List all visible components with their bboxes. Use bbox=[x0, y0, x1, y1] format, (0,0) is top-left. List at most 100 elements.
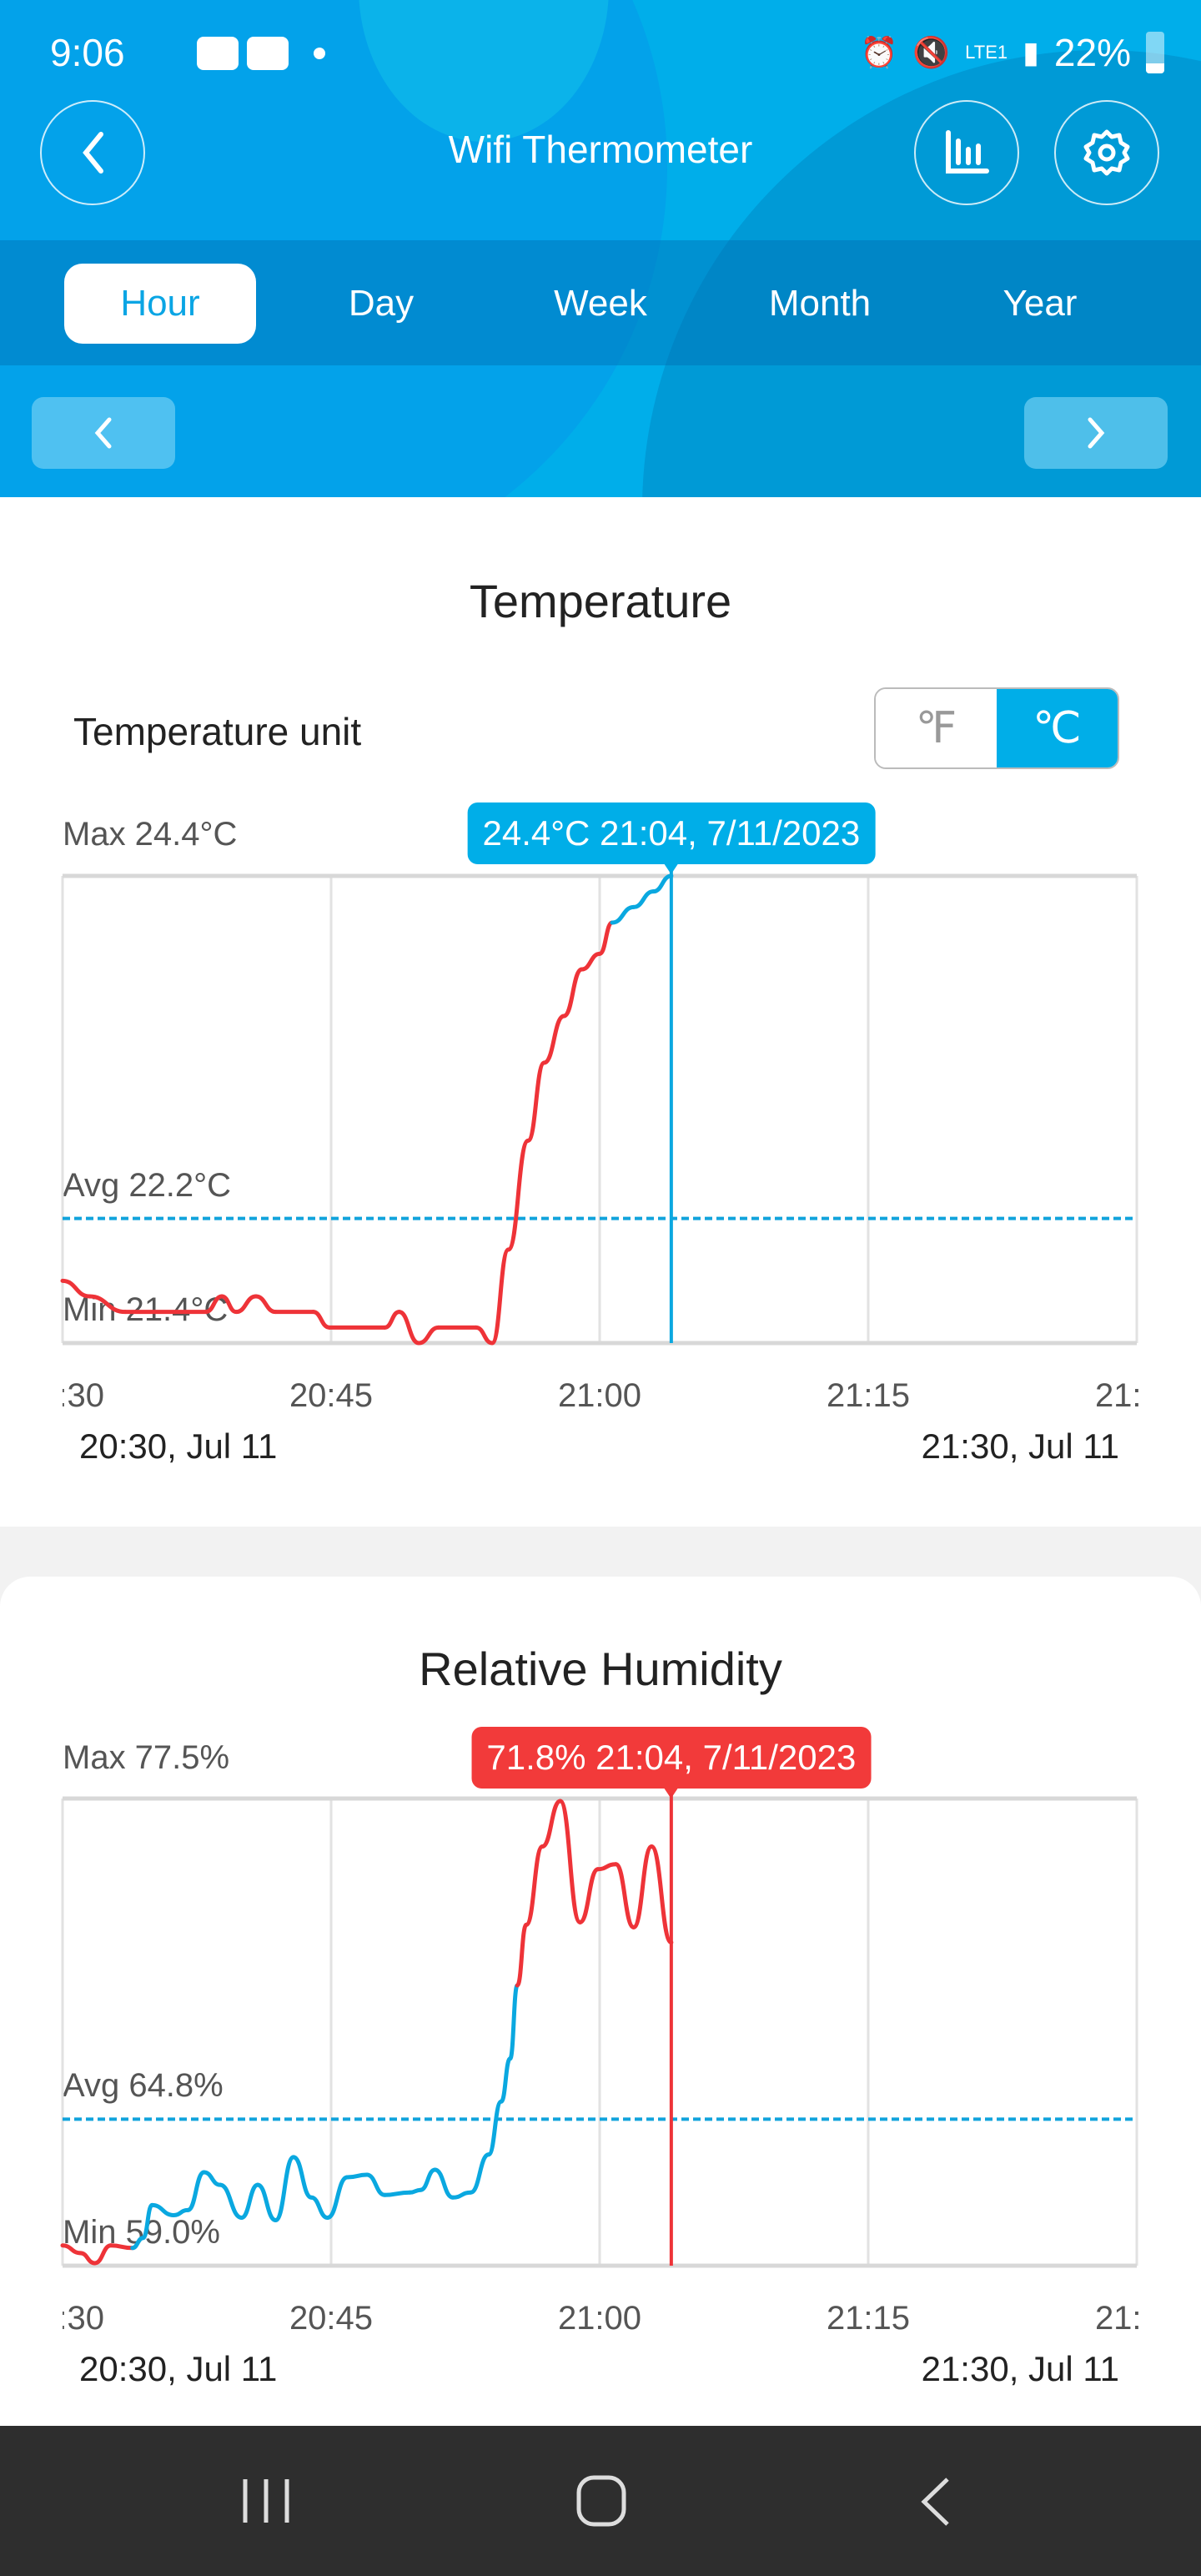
series-line-segment bbox=[60, 2243, 83, 2256]
temp-tooltip: 24.4°C 21:04, 7/11/2023 bbox=[467, 802, 876, 874]
battery-percent: 22% bbox=[1053, 31, 1131, 74]
settings-button[interactable] bbox=[1054, 100, 1159, 205]
series-line-segment bbox=[631, 889, 656, 909]
series-line-segment bbox=[508, 1983, 520, 2061]
series-line-segment bbox=[185, 2170, 207, 2212]
x-tick-label: 21:00 bbox=[558, 2300, 641, 2337]
series-line-segment bbox=[597, 920, 615, 956]
series-line-segment bbox=[218, 2182, 244, 2220]
system-navigation-bar bbox=[0, 2426, 1201, 2576]
humidity-max-label: Max 77.5% bbox=[63, 1739, 230, 1776]
series-line-segment bbox=[60, 1278, 92, 1299]
back-icon[interactable] bbox=[917, 2476, 954, 2528]
series-line-segment bbox=[311, 1310, 332, 1330]
series-line-segment bbox=[561, 967, 585, 1019]
chevron-right-icon bbox=[1088, 417, 1105, 449]
series-line-segment bbox=[397, 1310, 421, 1346]
temperature-chart[interactable]: 20:30 20:45 21:00 21:15 21:30 bbox=[0, 859, 1201, 1426]
series-line-segment bbox=[273, 2155, 296, 2223]
series-line-segment bbox=[309, 2195, 330, 2220]
dot-icon bbox=[314, 48, 325, 59]
period-tabs: Hour Day Week Month Year bbox=[0, 240, 1201, 365]
series-line-segment bbox=[204, 1294, 224, 1315]
home-icon[interactable] bbox=[575, 2474, 627, 2528]
youtube-icon bbox=[197, 37, 239, 70]
humidity-chart[interactable]: 20:30 20:45 21:00 21:15 21:30 bbox=[0, 1782, 1201, 2349]
mute-icon: 🔇 bbox=[912, 35, 951, 69]
series-line-segment bbox=[87, 1294, 128, 1315]
page-title: Wifi Thermometer bbox=[448, 128, 753, 171]
series-line-segment bbox=[649, 1844, 674, 1945]
x-tick-label: 20:30 bbox=[21, 1377, 104, 1414]
series-line-segment bbox=[486, 2099, 504, 2157]
status-bar: 9:06 ⏰ 🔇 LTE1 ▮ 22% bbox=[0, 0, 1201, 108]
series-line-segment bbox=[382, 2190, 412, 2197]
humidity-range-start: 20:30, Jul 11 bbox=[79, 2349, 278, 2388]
status-right: ⏰ 🔇 LTE1 ▮ 22% bbox=[861, 30, 1164, 75]
temp-range-end: 21:30, Jul 11 bbox=[921, 1426, 1119, 1466]
series-line-segment bbox=[524, 1844, 545, 1927]
previous-period-button[interactable] bbox=[32, 397, 175, 469]
next-period-button[interactable] bbox=[1024, 397, 1168, 469]
x-tick-label: 20:30 bbox=[21, 2300, 104, 2337]
series-line-segment bbox=[149, 2202, 176, 2217]
series-line-segment bbox=[202, 2170, 223, 2187]
series-line-segment bbox=[474, 1325, 495, 1346]
x-tick-label: 20:45 bbox=[289, 1377, 373, 1414]
series-line-segment bbox=[93, 2243, 113, 2266]
series-line-segment bbox=[580, 951, 602, 972]
temp-range-start: 20:30, Jul 11 bbox=[79, 1426, 278, 1466]
series-line-segment bbox=[255, 2182, 278, 2223]
series-line-segment bbox=[130, 2236, 146, 2251]
temp-max-label: Max 24.4°C bbox=[63, 816, 238, 853]
series-line-segment bbox=[541, 1014, 566, 1065]
stats-button[interactable] bbox=[914, 100, 1019, 205]
x-tick-label: 21:30 bbox=[1095, 1377, 1178, 1414]
x-tick-label: 21:00 bbox=[558, 1377, 641, 1414]
unit-fahrenheit-button[interactable]: ℉ bbox=[876, 689, 997, 767]
lte-label: LTE1 bbox=[965, 42, 1008, 63]
signal-icon: ▮ bbox=[1023, 35, 1039, 69]
tab-month[interactable]: Month bbox=[724, 264, 916, 344]
unit-celsius-button[interactable]: ℃ bbox=[997, 689, 1118, 767]
temperature-unit-toggle: ℉ ℃ bbox=[874, 687, 1119, 769]
chevron-left-icon bbox=[94, 417, 112, 449]
series-line-segment bbox=[239, 2182, 260, 2220]
notification-icons bbox=[197, 37, 325, 70]
humidity-title: Relative Humidity bbox=[419, 1643, 782, 1695]
series-line-segment bbox=[171, 2207, 190, 2217]
series-line-segment bbox=[254, 1294, 278, 1315]
temperature-unit-label: Temperature unit bbox=[73, 710, 362, 753]
series-line-segment bbox=[506, 1138, 530, 1252]
series-line-segment bbox=[515, 1922, 529, 1988]
series-line-segment bbox=[631, 1844, 654, 1929]
app-header: 9:06 ⏰ 🔇 LTE1 ▮ 22% Wifi Thermometer Hou… bbox=[0, 0, 1201, 497]
series-line-segment bbox=[651, 873, 674, 894]
series-line-segment bbox=[418, 2167, 438, 2192]
series-line-segment bbox=[577, 1867, 600, 1924]
tab-day[interactable]: Day bbox=[285, 264, 477, 344]
series-line-segment bbox=[416, 1325, 441, 1346]
youtube-icon bbox=[247, 37, 289, 70]
series-line-segment bbox=[382, 1310, 402, 1330]
series-line-segment bbox=[540, 1799, 563, 1849]
tab-week[interactable]: Week bbox=[505, 264, 696, 344]
gear-icon bbox=[1083, 129, 1130, 176]
series-line-segment bbox=[468, 2152, 491, 2195]
status-time: 9:06 bbox=[50, 31, 125, 74]
humidity-tooltip: 71.8% 21:04, 7/11/2023 bbox=[471, 1727, 872, 1799]
series-line-segment bbox=[108, 2243, 135, 2251]
series-line-segment bbox=[234, 1294, 259, 1315]
battery-icon bbox=[1146, 32, 1164, 73]
series-line-segment bbox=[141, 2202, 154, 2241]
bar-chart-icon bbox=[946, 130, 989, 174]
tab-year[interactable]: Year bbox=[944, 264, 1136, 344]
recents-icon[interactable] bbox=[240, 2476, 292, 2526]
series-line-segment bbox=[490, 1247, 511, 1346]
series-line-segment bbox=[219, 1294, 239, 1315]
series-line-segment bbox=[291, 2155, 314, 2200]
x-tick-label: 20:45 bbox=[289, 2300, 373, 2337]
series-line-segment bbox=[450, 2190, 473, 2200]
tab-hour[interactable]: Hour bbox=[64, 264, 256, 344]
x-tick-label: 21:30 bbox=[1095, 2300, 1178, 2337]
